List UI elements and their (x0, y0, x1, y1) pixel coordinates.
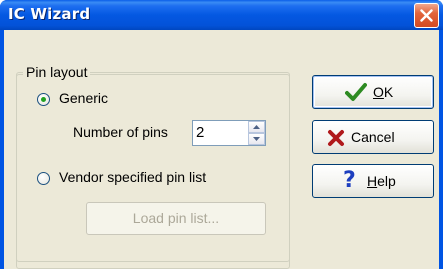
load-pin-list-button[interactable]: Load pin list... (86, 202, 266, 235)
help-button[interactable]: ? Help (312, 164, 434, 198)
chevron-down-icon (253, 137, 260, 141)
ok-button[interactable]: OK (312, 75, 434, 109)
close-icon (420, 9, 433, 22)
close-button[interactable] (414, 3, 439, 28)
red-x-icon (328, 130, 344, 146)
ok-label: OK (373, 84, 394, 100)
vendor-pin-list-radio[interactable] (37, 172, 50, 185)
number-of-pins-label: Number of pins (73, 124, 168, 140)
generic-radio[interactable] (37, 93, 50, 106)
number-of-pins-stepper[interactable]: 2 (192, 120, 266, 146)
spin-down-button[interactable] (248, 133, 265, 145)
generic-radio-dot (41, 97, 46, 102)
question-mark-icon: ? (343, 168, 356, 193)
vendor-pin-list-label[interactable]: Vendor specified pin list (59, 169, 206, 185)
cancel-label: Cancel (351, 129, 395, 145)
generic-radio-label[interactable]: Generic (59, 90, 108, 106)
spin-up-button[interactable] (248, 121, 265, 133)
cancel-button[interactable]: Cancel (312, 120, 434, 154)
help-accel: H (367, 173, 378, 189)
checkmark-icon (345, 83, 367, 101)
number-of-pins-input[interactable]: 2 (196, 124, 204, 141)
window-title: IC Wizard (8, 5, 91, 23)
ok-accel: O (373, 84, 384, 100)
help-label: Help (367, 173, 396, 189)
pin-layout-label: Pin layout (23, 64, 91, 80)
title-bar[interactable]: IC Wizard (0, 0, 443, 30)
chevron-up-icon (253, 125, 260, 129)
